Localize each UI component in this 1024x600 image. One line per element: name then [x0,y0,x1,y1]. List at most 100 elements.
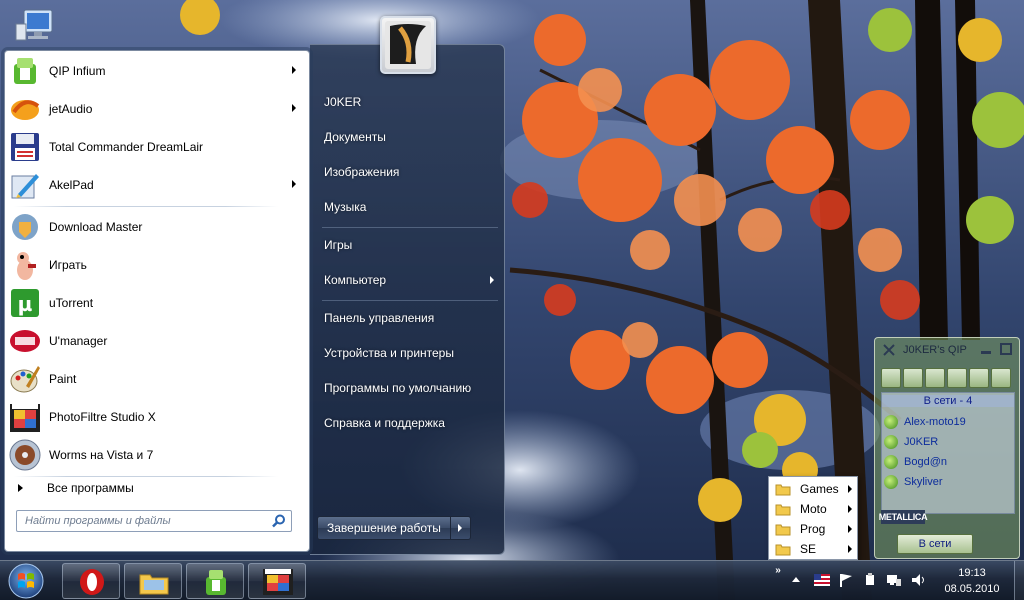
worms-icon [17,252,36,280]
network-icon[interactable] [886,573,902,587]
folder-item-games[interactable]: Games [771,479,857,499]
program-item-akelpad[interactable]: AkelPad [6,166,300,204]
shutdown-options-button[interactable] [450,516,471,540]
online-status-icon [884,455,898,469]
photofiltre-icon [263,569,293,595]
place-item-help-support[interactable]: Справка и поддержка [316,409,498,437]
shutdown-button[interactable]: Завершение работы [317,516,451,540]
folder-item-moto[interactable]: Moto [771,499,857,519]
taskbar-button-opera[interactable] [62,563,120,599]
jetaudio-icon [11,100,40,120]
place-item-documents[interactable]: Документы [316,123,498,151]
system-clock[interactable]: 19:13 08.05.2010 [932,565,1012,597]
program-label: Download Master [49,220,143,234]
qip-tool-button[interactable] [969,368,989,388]
paint-icon [10,366,40,393]
qip-status-button[interactable]: В сети [897,534,973,554]
maximize-icon[interactable] [999,342,1013,356]
program-label: U'manager [49,334,108,348]
start-search-box[interactable] [16,510,292,532]
clock-time: 19:13 [958,567,986,579]
clock-date: 08.05.2010 [944,583,1000,595]
place-item-games[interactable]: Игры [316,231,498,259]
taskbar-button-photofiltre[interactable] [248,563,306,599]
program-label: Total Commander DreamLair [49,140,204,154]
folder-popup-menu: Games Moto Prog SE [768,476,858,560]
menu-separator [322,300,498,301]
metallica-logo: METALLICA [878,510,928,524]
close-icon[interactable] [881,342,897,358]
start-menu: QIP Infium jetAudio Total Commander Drea… [0,16,505,555]
contact-item[interactable]: J0KER [882,433,1014,451]
qip-tool-button[interactable] [903,368,923,388]
contact-name: Bogd@n [904,456,947,468]
start-search-input[interactable] [25,512,271,530]
worms-disc-icon [9,439,41,471]
submenu-arrow-icon [490,276,494,284]
submenu-arrow-icon [848,545,852,553]
program-label: Worms на Vista и 7 [49,448,154,462]
computer-desktop-icon[interactable] [14,6,60,44]
submenu-arrow-icon [848,505,852,513]
all-programs-arrow-icon [18,484,23,492]
program-item-download-master[interactable]: Download Master [6,208,300,246]
online-status-icon [884,435,898,449]
folder-icon [775,524,791,536]
contact-item[interactable]: Bogd@n [882,453,1014,471]
program-item-photofiltre[interactable]: PhotoFiltre Studio X [6,398,300,436]
program-item-qip-infium[interactable]: QIP Infium [6,52,300,90]
download-master-icon [12,214,38,240]
place-item-user-folder[interactable]: J0KER [316,88,498,116]
utel-icon [10,330,40,352]
windows-start-icon[interactable] [4,561,48,600]
qip-tool-button[interactable] [925,368,945,388]
qip-tool-button[interactable] [947,368,967,388]
place-item-music[interactable]: Музыка [316,193,498,221]
taskbar-button-explorer[interactable] [124,563,182,599]
akelpad-icon [11,174,39,199]
program-item-total-commander[interactable]: Total Commander DreamLair [6,128,300,166]
program-item-worms-vista[interactable]: Worms на Vista и 7 [6,436,300,474]
search-icon[interactable] [271,513,287,529]
program-item-jetaudio[interactable]: jetAudio [6,90,300,128]
toolbar-overflow-button[interactable]: » [770,565,786,581]
action-center-flag-icon[interactable] [838,573,854,587]
place-item-computer[interactable]: Компьютер [316,266,498,294]
program-item-umanager[interactable]: U'manager [6,322,300,360]
usb-icon[interactable] [862,573,878,587]
program-label: jetAudio [49,102,93,116]
contact-item[interactable]: Alex-moto19 [882,413,1014,431]
user-avatar[interactable] [380,16,436,74]
utorrent-icon: µ [11,289,39,317]
contact-group-header[interactable]: В сети - 4 [882,395,1014,407]
place-item-default-programs[interactable]: Программы по умолчанию [316,374,498,402]
show-desktop-button[interactable] [1014,561,1024,600]
folder-label: Moto [800,502,827,516]
folder-item-se[interactable]: SE [771,539,857,559]
program-item-play[interactable]: Играть [6,246,300,284]
place-label: Программы по умолчанию [324,381,472,395]
place-item-devices-printers[interactable]: Устройства и принтеры [316,339,498,367]
folder-icon [775,504,791,516]
place-label: Музыка [324,200,367,214]
place-item-control-panel[interactable]: Панель управления [316,304,498,332]
qip-tool-button[interactable] [881,368,901,388]
contact-item[interactable]: Skyliver [882,473,1014,491]
place-label: Изображения [324,165,400,179]
place-item-pictures[interactable]: Изображения [316,158,498,186]
qip-window-title: J0KER's QIP [903,344,967,356]
volume-icon[interactable] [910,573,926,587]
arrow-right-icon [458,524,463,532]
qip-tool-button[interactable] [991,368,1011,388]
program-item-paint[interactable]: Paint [6,360,300,398]
language-flag-icon[interactable] [814,573,830,587]
minimize-icon[interactable] [979,342,993,356]
taskbar: » 19:13 08.05.2010 [0,560,1024,600]
qip-toolbar [881,368,1015,390]
all-programs-button[interactable]: Все программы [10,476,300,500]
program-label: Играть [49,258,87,272]
show-hidden-icons-button[interactable] [792,577,800,582]
taskbar-button-qip[interactable] [186,563,244,599]
folder-item-prog[interactable]: Prog [771,519,857,539]
program-item-utorrent[interactable]: µ uTorrent [6,284,300,322]
